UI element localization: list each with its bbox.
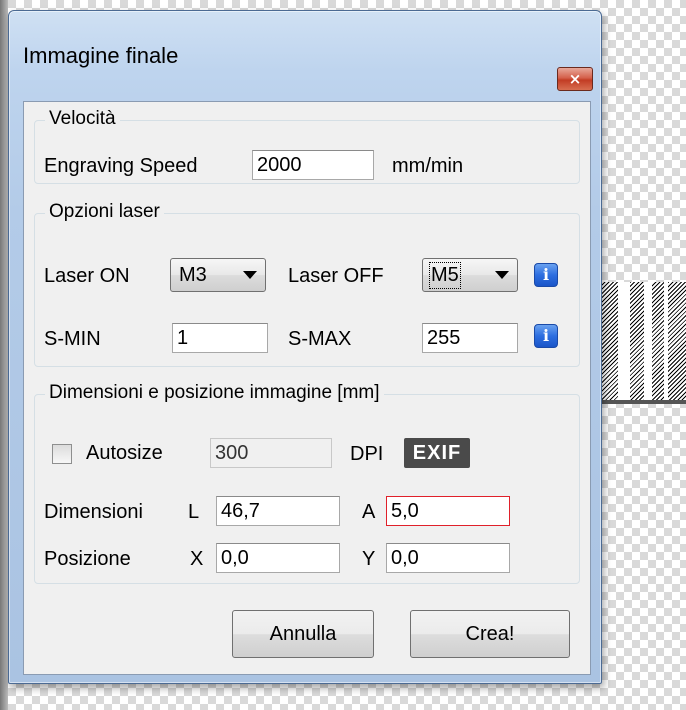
laser-off-selected-value: M5 [429, 262, 461, 289]
laser-off-label: Laser OFF [288, 265, 384, 287]
info-icon-glyph: i [542, 265, 550, 284]
position-y-label: Y [362, 548, 376, 570]
cancel-button[interactable]: Annulla [232, 610, 374, 658]
exif-label: EXIF [412, 442, 462, 464]
background-image-preview [600, 282, 686, 400]
laser-on-label: Laser ON [44, 265, 130, 287]
dialog-client-area: Velocità Engraving Speed mm/min Opzioni … [23, 101, 591, 675]
dimensioni-label: Dimensioni [44, 501, 143, 523]
laser-on-selected-value: M3 [179, 264, 207, 286]
laser-on-select[interactable]: M3 [170, 258, 266, 292]
autosize-label: Autosize [86, 442, 163, 464]
dropdown-arrow-icon [243, 271, 257, 279]
engraving-speed-label: Engraving Speed [44, 155, 198, 177]
cancel-button-label: Annulla [269, 623, 337, 645]
width-l-input[interactable] [216, 496, 340, 526]
posizione-label: Posizione [44, 548, 131, 570]
position-x-input[interactable] [216, 543, 340, 573]
close-button[interactable]: × [557, 67, 593, 91]
dimension-position-group-title: Dimensioni e posizione immagine [mm] [45, 382, 384, 404]
width-l-label: L [188, 501, 200, 523]
speed-unit-label: mm/min [392, 155, 464, 177]
info-icon-glyph: i [542, 326, 550, 345]
window-title: Immagine finale [23, 43, 179, 68]
speed-group-title: Velocità [45, 108, 120, 130]
create-button-label: Crea! [465, 623, 515, 645]
dpi-input [210, 438, 332, 468]
dpi-label: DPI [350, 443, 384, 465]
title-bar[interactable]: Immagine finale × [9, 11, 601, 91]
close-icon: × [568, 70, 582, 88]
laser-off-select[interactable]: M5 [422, 258, 518, 292]
engraving-speed-input[interactable] [252, 150, 374, 180]
position-y-input[interactable] [386, 543, 510, 573]
smax-label: S-MAX [288, 328, 352, 350]
background-window-edge [0, 0, 8, 710]
laser-options-group-title: Opzioni laser [45, 201, 164, 223]
autosize-checkbox[interactable] [52, 444, 72, 464]
s-range-info-icon[interactable]: i [534, 324, 558, 348]
position-x-label: X [190, 548, 204, 570]
smin-label: S-MIN [44, 328, 101, 350]
create-button[interactable]: Crea! [410, 610, 570, 658]
smin-input[interactable] [172, 323, 268, 353]
smax-input[interactable] [422, 323, 518, 353]
height-a-label: A [362, 501, 376, 523]
height-a-input[interactable] [386, 496, 510, 526]
laser-info-icon[interactable]: i [534, 263, 558, 287]
dialog-window: Immagine finale × Velocità Engraving Spe… [8, 10, 602, 684]
exif-button[interactable]: EXIF [404, 438, 470, 468]
dropdown-arrow-icon [495, 271, 509, 279]
